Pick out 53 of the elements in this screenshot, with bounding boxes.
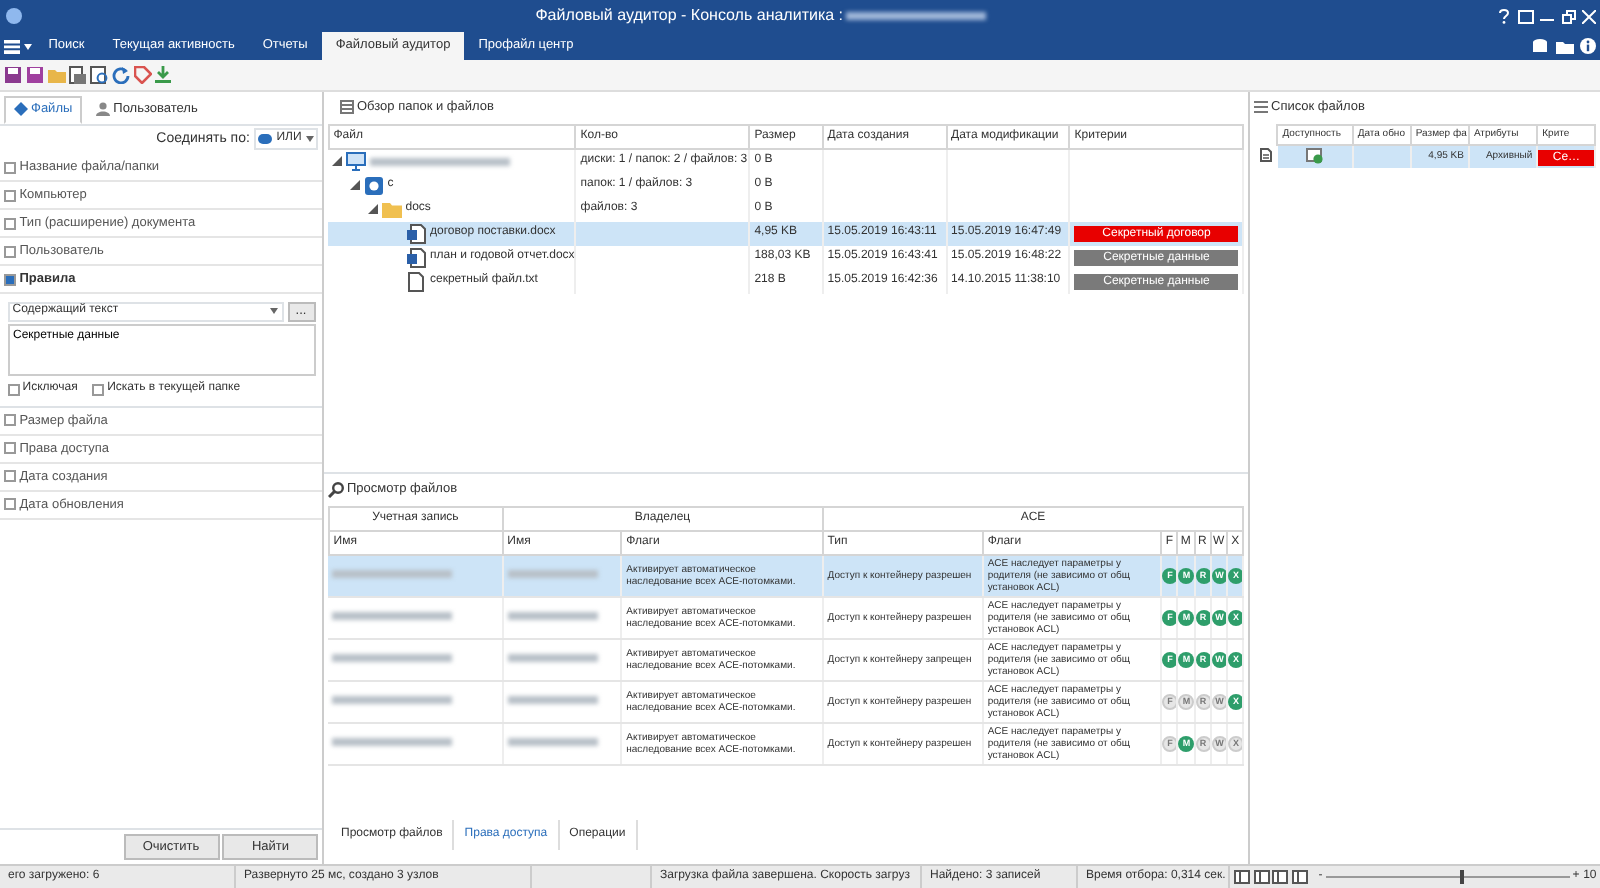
tree-item[interactable]: [328, 148, 576, 174]
folder-icon[interactable]: [1555, 39, 1574, 53]
disk-icon: [364, 175, 384, 196]
blurred-text: [507, 696, 598, 705]
print-icon[interactable]: [68, 66, 87, 84]
download-icon[interactable]: [154, 66, 173, 84]
info-icon[interactable]: [1580, 38, 1597, 54]
blurred-text: [507, 654, 598, 663]
window-title: Файловый аудитор - Консоль аналитика :: [535, 4, 844, 28]
preview-icon[interactable]: [90, 66, 108, 84]
expand-arrow-icon[interactable]: [332, 156, 343, 167]
save-icon[interactable]: [4, 66, 22, 84]
blurred-text: [332, 738, 453, 747]
expand-arrow-icon[interactable]: [368, 204, 379, 215]
caret-icon: [270, 308, 278, 314]
help-icon[interactable]: [1498, 8, 1511, 24]
folder-icon: [382, 199, 402, 220]
blurred-text: [507, 738, 598, 747]
refresh-icon[interactable]: [111, 66, 130, 84]
view-split-icon[interactable]: [1272, 870, 1289, 884]
blurred-text: [332, 696, 453, 705]
document-icon: [406, 223, 427, 244]
slider-thumb[interactable]: [1459, 870, 1464, 884]
blurred-text: [332, 654, 453, 663]
caret-icon: [305, 136, 313, 143]
list-icon: [1253, 100, 1268, 115]
window-icon[interactable]: [1517, 9, 1534, 23]
database-icon[interactable]: [1532, 38, 1549, 54]
document-icon: [406, 247, 427, 268]
computer-icon: [346, 151, 366, 172]
view-layout-icon[interactable]: [1253, 870, 1269, 884]
files-icon: [13, 102, 28, 117]
text-file-icon: [406, 271, 427, 292]
expand-arrow-icon[interactable]: [350, 180, 361, 191]
close-icon[interactable]: [1582, 9, 1597, 23]
save-as-icon[interactable]: [25, 66, 44, 84]
caret-icon: [23, 43, 31, 49]
user-icon: [95, 102, 110, 117]
view-stack-icon[interactable]: [1292, 870, 1308, 884]
tag-icon[interactable]: [133, 66, 151, 84]
view-normal-icon[interactable]: [1233, 870, 1250, 884]
blurred-text: [507, 612, 598, 621]
blurred-text: [369, 157, 510, 166]
blurred-text: [846, 12, 987, 20]
list-icon: [339, 100, 354, 115]
available-icon: [1305, 148, 1324, 165]
magnifier-icon: [327, 481, 344, 498]
blurred-text: [332, 612, 453, 621]
app-logo-icon: [3, 6, 24, 26]
blurred-text: [332, 570, 453, 579]
blurred-text: [507, 570, 598, 579]
restore-icon[interactable]: [1561, 9, 1576, 23]
toggle-icon: [258, 134, 273, 145]
